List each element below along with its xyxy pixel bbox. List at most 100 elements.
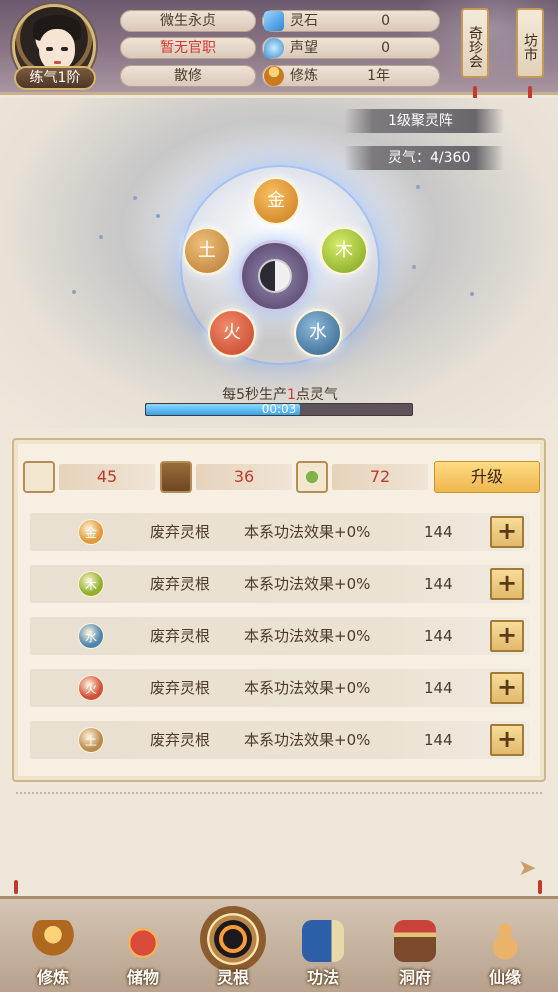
add-root-button[interactable]: + — [490, 568, 524, 600]
ornamental-divider — [16, 792, 542, 800]
element-badge-icon: 土 — [78, 727, 104, 753]
constellation-star — [72, 290, 76, 294]
root-effect: 本系功法效果+0% — [244, 575, 371, 593]
realm-badge: 练气1阶 — [14, 66, 96, 90]
nav-storage[interactable]: 储物 — [108, 920, 178, 990]
spirit-root-row: 金 废弃灵根 本系功法效果+0% 144 + — [30, 513, 530, 551]
herb-icon[interactable] — [296, 461, 328, 493]
element-badge-icon: 金 — [78, 519, 104, 545]
production-rate-text: 每5秒生产1点灵气 — [190, 384, 370, 404]
root-name: 废弃灵根 — [150, 523, 211, 541]
nav-label: 功法 — [306, 968, 339, 987]
element-badge-icon: 水 — [78, 623, 104, 649]
root-cost: 144 — [424, 731, 453, 749]
add-root-button[interactable]: + — [490, 620, 524, 652]
root-name: 废弃灵根 — [150, 679, 211, 697]
root-name: 废弃灵根 — [150, 575, 211, 593]
triskelion-icon — [219, 925, 247, 953]
nav-label: 储物 — [126, 968, 159, 987]
market-tab[interactable]: 坊市 — [516, 8, 544, 78]
root-effect: 本系功法效果+0% — [244, 679, 371, 697]
element-badge-icon: 木 — [78, 571, 104, 597]
nav-label: 修炼 — [36, 968, 69, 987]
add-root-button[interactable]: + — [490, 516, 524, 548]
upgrade-button[interactable]: 升级 — [434, 461, 540, 493]
constellation-star — [133, 196, 137, 200]
element-fire-orb[interactable]: 火 — [208, 309, 256, 357]
material-count: 36 — [196, 464, 292, 490]
constellation-star — [416, 185, 420, 189]
resource-value: 0 — [381, 40, 390, 56]
constellation-star — [156, 214, 160, 218]
resource-label: 修炼 — [290, 68, 318, 84]
root-name: 废弃灵根 — [150, 731, 211, 749]
constellation-star — [470, 292, 474, 296]
production-progress-bar: 00:03 — [145, 402, 413, 416]
avatar-mouth — [54, 61, 61, 64]
constellation-star — [99, 235, 103, 239]
treasure-auction-tab[interactable]: 奇珍会 — [461, 8, 489, 78]
spirit-root-row: 土 废弃灵根 本系功法效果+0% 144 + — [30, 721, 530, 759]
add-root-button[interactable]: + — [490, 672, 524, 704]
resource-label: 声望 — [290, 40, 318, 56]
element-wood-orb[interactable]: 木 — [320, 227, 368, 275]
nav-cave-house[interactable]: 洞府 — [380, 920, 450, 990]
scroll-icon[interactable] — [23, 461, 55, 493]
material-count: 72 — [332, 464, 428, 490]
element-earth-orb[interactable]: 土 — [183, 227, 231, 275]
book-icon[interactable] — [160, 461, 192, 493]
material-slot: 72 — [296, 461, 436, 493]
nav-spirit-root[interactable]: 灵根 — [198, 906, 268, 990]
technique-book-icon — [302, 920, 344, 962]
spirit-root-row: 木 废弃灵根 本系功法效果+0% 144 + — [30, 565, 530, 603]
spirit-root-row: 水 废弃灵根 本系功法效果+0% 144 + — [30, 617, 530, 655]
cultivate-icon — [32, 920, 74, 962]
production-amount: 1 — [287, 387, 296, 403]
production-prefix: 每5秒生产 — [222, 387, 287, 403]
root-cost: 144 — [424, 523, 453, 541]
nav-technique[interactable]: 功法 — [288, 920, 358, 990]
resource-cultivation-time: 修炼 1年 — [262, 65, 440, 87]
material-slot: 36 — [160, 461, 300, 493]
root-cost: 144 — [424, 627, 453, 645]
qi-amount-banner: 灵气：4/360 — [344, 146, 504, 170]
yin-yang-core[interactable] — [239, 240, 311, 312]
sect-label: 散修 — [120, 65, 256, 87]
constellation-star — [412, 265, 416, 269]
resource-spirit-stone: 灵石 0 — [262, 10, 440, 32]
resource-prestige: 声望 0 — [262, 37, 440, 59]
nav-cultivate[interactable]: 修炼 — [18, 920, 88, 990]
storage-bag-icon — [122, 920, 164, 962]
root-effect: 本系功法效果+0% — [244, 523, 371, 541]
element-gold-orb[interactable]: 金 — [252, 177, 300, 225]
arrow-right-icon[interactable]: ➤ — [518, 856, 544, 882]
nav-label: 洞府 — [398, 968, 431, 987]
spirit-stone-icon — [264, 11, 284, 31]
player-name: 微生永贞 — [120, 10, 256, 32]
nav-fortune[interactable]: 仙缘 — [470, 920, 540, 990]
official-title: 暂无官职 — [120, 37, 256, 59]
progress-timer: 00:03 — [261, 402, 297, 416]
material-slot: 45 — [23, 461, 163, 493]
cave-house-icon — [394, 920, 436, 962]
material-count: 45 — [59, 464, 155, 490]
yin-yang-icon — [258, 259, 292, 293]
resource-label: 灵石 — [290, 13, 318, 29]
nav-label: 灵根 — [216, 968, 249, 987]
root-name: 废弃灵根 — [150, 627, 211, 645]
tassel-decoration — [14, 880, 18, 894]
element-water-orb[interactable]: 水 — [294, 309, 342, 357]
tassel-decoration — [538, 880, 542, 894]
meditation-icon — [264, 66, 284, 86]
root-cost: 144 — [424, 679, 453, 697]
resource-value: 0 — [381, 13, 390, 29]
add-root-button[interactable]: + — [490, 724, 524, 756]
avatar-eye — [46, 47, 53, 51]
formation-level-banner: 1级聚灵阵 — [344, 109, 504, 133]
root-effect: 本系功法效果+0% — [244, 731, 371, 749]
fortune-gourd-icon — [484, 920, 526, 962]
avatar-eye — [61, 47, 68, 51]
production-suffix: 点灵气 — [295, 387, 338, 403]
prestige-icon — [264, 38, 284, 58]
avatar-face — [39, 29, 75, 71]
